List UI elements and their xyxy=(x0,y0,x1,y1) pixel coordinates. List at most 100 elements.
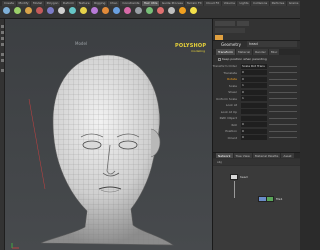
path-bar[interactable] xyxy=(215,28,245,33)
object-icon[interactable] xyxy=(215,35,223,40)
tab-material[interactable]: Material xyxy=(235,49,253,55)
shelf-tool-spray-paint[interactable] xyxy=(123,7,132,18)
shelf-tab[interactable]: Cloud FX xyxy=(204,1,221,6)
shelf-tab[interactable]: Model xyxy=(31,1,44,6)
network-tab[interactable]: Network xyxy=(216,153,233,158)
grid-icon xyxy=(47,7,54,14)
param-label: Orient xyxy=(227,135,237,140)
param-value-field[interactable] xyxy=(241,109,267,114)
shelf-tab[interactable]: Texture xyxy=(76,1,92,6)
head-mesh[interactable] xyxy=(23,49,193,249)
shelf-tool-grid[interactable] xyxy=(46,7,55,18)
param-value-field[interactable]: 1 xyxy=(241,83,267,88)
param-value-field[interactable] xyxy=(241,102,267,108)
shelf-tool-torus[interactable] xyxy=(35,7,44,18)
keep-position-checkbox[interactable] xyxy=(218,57,221,61)
tab-misc[interactable]: Misc xyxy=(268,49,280,55)
shelf-tab[interactable]: Polygon xyxy=(44,1,60,6)
shelf-tool-curve[interactable] xyxy=(90,7,99,18)
param-label: Shear xyxy=(228,90,237,94)
view-tool-icon[interactable] xyxy=(1,69,4,72)
shelf-tab[interactable]: Terrain FX xyxy=(184,1,204,6)
param-value-field[interactable]: 0 xyxy=(241,122,267,127)
param-value-field[interactable]: 0 xyxy=(241,135,267,140)
node-head[interactable] xyxy=(230,174,238,180)
param-value-field[interactable]: Scale Rot Trans xyxy=(241,63,267,69)
shelf-tab[interactable]: Char. xyxy=(107,1,120,6)
scene-viewport[interactable]: Model POLYSHOP modeling xyxy=(5,19,213,250)
param-value-field[interactable]: 0 xyxy=(241,89,267,95)
node-name-field[interactable]: head xyxy=(247,41,297,47)
network-tab[interactable]: Asset xyxy=(281,153,294,158)
platonic-icon xyxy=(135,7,142,14)
shelf-tab[interactable]: Create xyxy=(2,1,16,6)
curve-icon xyxy=(91,7,98,14)
param-value-field[interactable] xyxy=(241,115,267,121)
shelf-tab[interactable]: Guide Process xyxy=(159,1,184,6)
sphere-icon xyxy=(14,7,21,14)
shelf-tool-circle[interactable] xyxy=(79,7,88,18)
shelf-tab[interactable]: Modify xyxy=(16,1,31,6)
network-path[interactable]: obj xyxy=(213,159,300,165)
shelf-tab[interactable]: Constraints xyxy=(120,1,141,6)
shelf-tab[interactable]: Lights xyxy=(237,1,251,6)
param-value-field[interactable]: 0 xyxy=(241,70,267,75)
shelf-tab[interactable]: Deform xyxy=(60,1,76,6)
shelf-tab[interactable]: Grains xyxy=(286,1,300,6)
font-icon xyxy=(179,7,186,14)
shelf-tool-box[interactable] xyxy=(2,7,11,18)
param-slider[interactable] xyxy=(269,98,297,99)
shelf-tool-sphere[interactable] xyxy=(13,7,22,18)
tab-render[interactable]: Render xyxy=(253,49,268,55)
param-label: Transform Order xyxy=(212,64,237,68)
desktop-menu[interactable] xyxy=(215,21,235,26)
shelf-tab[interactable]: Collisions xyxy=(251,1,269,6)
handle-tool-icon[interactable] xyxy=(1,53,4,56)
node-label-file1: file1 xyxy=(276,197,283,201)
shelf-tool-null[interactable] xyxy=(57,7,66,18)
move-tool-icon[interactable] xyxy=(1,31,4,34)
select-tool-icon[interactable] xyxy=(1,25,4,28)
shelf-tool-platonic[interactable] xyxy=(134,7,143,18)
param-slider[interactable] xyxy=(269,65,297,67)
shelf-tool-lights[interactable] xyxy=(189,7,198,18)
param-value-field[interactable]: 0 xyxy=(241,76,267,82)
shelf-tool-file[interactable] xyxy=(167,7,176,18)
param-value-field[interactable]: 0 xyxy=(241,128,267,134)
scale-tool-icon[interactable] xyxy=(1,43,4,46)
param-slider[interactable] xyxy=(269,72,297,73)
rotate-tool-icon[interactable] xyxy=(1,37,4,40)
shelf-tab[interactable]: Rigging xyxy=(92,1,107,6)
param-slider[interactable] xyxy=(269,117,297,119)
param-slider[interactable] xyxy=(269,91,297,93)
shelf-tab[interactable]: Volume xyxy=(221,1,237,6)
param-slider[interactable] xyxy=(269,111,297,112)
shelf-tool-line[interactable] xyxy=(68,7,77,18)
param-slider[interactable] xyxy=(269,137,297,138)
shelf-tool-tube[interactable] xyxy=(24,7,33,18)
line-icon xyxy=(69,7,76,14)
param-slider[interactable] xyxy=(269,130,297,132)
shelf-tab[interactable]: Particles xyxy=(269,1,286,6)
param-row: Orient 0 xyxy=(213,135,300,142)
shelf-tool-font[interactable] xyxy=(178,7,187,18)
network-editor[interactable]: head file1 xyxy=(213,166,300,250)
network-tab[interactable]: Tree View xyxy=(233,153,252,158)
shelf-tool-metaball[interactable] xyxy=(156,7,165,18)
pose-tool-icon[interactable] xyxy=(1,59,4,62)
node-edit1[interactable] xyxy=(266,196,274,202)
network-tab[interactable]: Material Palette xyxy=(252,153,281,158)
param-slider[interactable] xyxy=(269,85,297,86)
pane-tab[interactable] xyxy=(237,21,249,26)
param-slider[interactable] xyxy=(269,124,297,125)
viewport-brand-sub: modeling xyxy=(191,49,205,53)
shelf-tool-path[interactable] xyxy=(112,7,121,18)
param-slider[interactable] xyxy=(269,78,297,80)
param-value-field[interactable]: 1 xyxy=(241,96,267,101)
tab-transform[interactable]: Transform xyxy=(216,49,235,55)
shelf-tab[interactable]: Hair Utils xyxy=(141,1,159,6)
shelf-tool-draw-curve[interactable] xyxy=(101,7,110,18)
shelf-tool-l-system[interactable] xyxy=(145,7,154,18)
param-slider[interactable] xyxy=(269,104,297,106)
keep-position-row[interactable]: Keep position when parenting xyxy=(218,57,267,61)
